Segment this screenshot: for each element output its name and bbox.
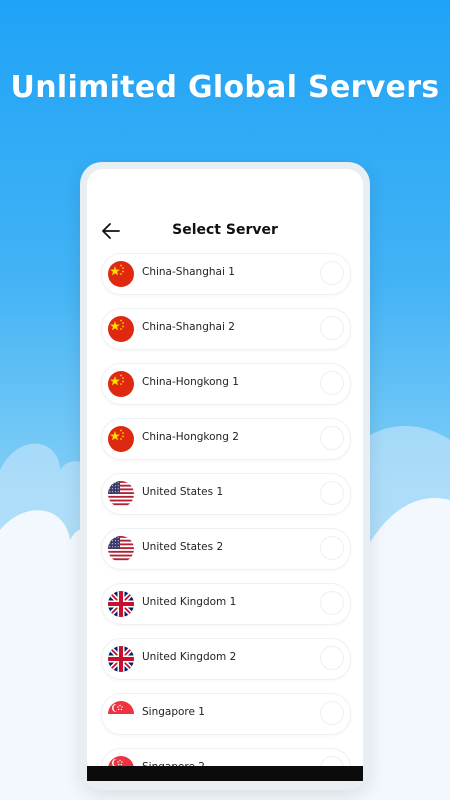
server-row[interactable]: China-Shanghai 1 xyxy=(101,253,351,295)
server-radio-button[interactable] xyxy=(320,646,344,670)
server-row[interactable]: United Kingdom 2 xyxy=(101,638,351,680)
china-flag-icon xyxy=(108,261,134,287)
server-radio-button[interactable] xyxy=(320,701,344,725)
server-radio-button[interactable] xyxy=(320,591,344,615)
server-radio-button[interactable] xyxy=(320,481,344,505)
server-radio-button[interactable] xyxy=(320,426,344,450)
usa-flag-icon xyxy=(108,481,134,507)
server-label: Singapore 1 xyxy=(142,706,205,718)
server-row[interactable]: United States 2 xyxy=(101,528,351,570)
server-row[interactable]: United States 1 xyxy=(101,473,351,515)
server-label: United States 1 xyxy=(142,486,224,498)
server-label: United Kingdom 1 xyxy=(142,596,237,608)
singapore-flag-icon xyxy=(108,701,134,727)
server-label: United States 2 xyxy=(142,541,224,553)
top-bar: Select Server xyxy=(87,213,363,249)
app-screen: Select Server China-Shanghai 1 China-Shan… xyxy=(87,169,363,779)
server-label: China-Shanghai 1 xyxy=(142,266,235,278)
server-row[interactable]: China-Hongkong 2 xyxy=(101,418,351,460)
china-flag-icon xyxy=(108,316,134,342)
server-label: China-Shanghai 2 xyxy=(142,321,235,333)
server-radio-button[interactable] xyxy=(320,261,344,285)
server-radio-button[interactable] xyxy=(320,536,344,560)
server-label: United Kingdom 2 xyxy=(142,651,237,663)
server-radio-button[interactable] xyxy=(320,371,344,395)
server-row[interactable]: China-Shanghai 2 xyxy=(101,308,351,350)
server-radio-button[interactable] xyxy=(320,316,344,340)
server-row[interactable]: United Kingdom 1 xyxy=(101,583,351,625)
china-flag-icon xyxy=(108,426,134,452)
server-label: China-Hongkong 2 xyxy=(142,431,239,443)
server-label: China-Hongkong 1 xyxy=(142,376,239,388)
usa-flag-icon xyxy=(108,536,134,562)
system-nav-bar xyxy=(87,766,363,781)
page-title: Select Server xyxy=(172,222,278,238)
server-row[interactable]: China-Hongkong 1 xyxy=(101,363,351,405)
headline: Unlimited Global Servers xyxy=(10,70,440,105)
server-row[interactable]: Singapore 1 xyxy=(101,693,351,735)
uk-flag-icon xyxy=(108,591,134,617)
china-flag-icon xyxy=(108,371,134,397)
uk-flag-icon xyxy=(108,646,134,672)
phone-frame: Select Server China-Shanghai 1 China-Shan… xyxy=(80,162,370,790)
